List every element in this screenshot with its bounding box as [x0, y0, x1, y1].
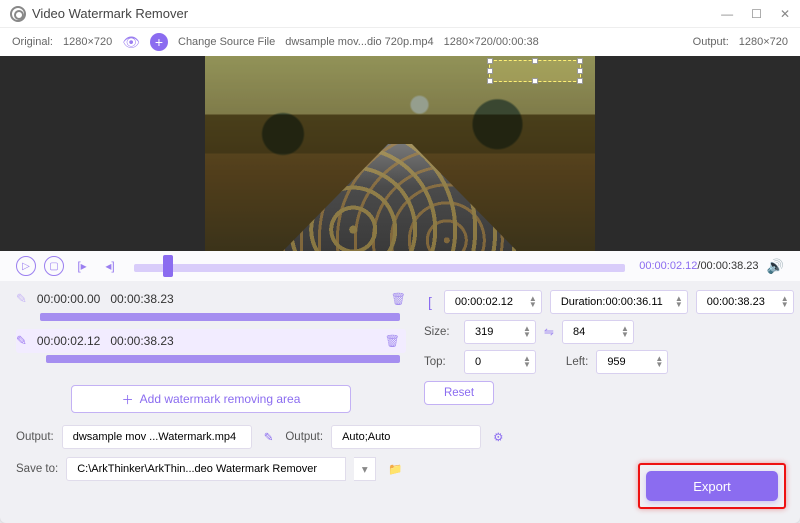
export-highlight: Export: [638, 463, 786, 509]
time-total: 00:00:38.23: [700, 260, 758, 272]
delete-segment-icon[interactable]: 🗑: [385, 334, 400, 348]
video-frame[interactable]: [205, 56, 595, 251]
left-label: Left:: [566, 356, 588, 368]
segments-list: ✎ 00:00:00.00 00:00:38.23 🗑 ✎ 00:00:02.1…: [16, 287, 406, 419]
title-bar: Video Watermark Remover — ☐ ✕: [0, 0, 800, 28]
output-res-label: Output:: [693, 36, 729, 48]
segment-start: 00:00:00.00: [37, 292, 100, 306]
delete-segment-icon[interactable]: 🗑: [391, 292, 406, 306]
segment-start: 00:00:02.12: [37, 334, 100, 348]
output-filename-field[interactable]: [62, 425, 252, 449]
original-label: Original:: [12, 36, 53, 48]
segment-icon: ✎: [16, 333, 27, 349]
add-watermark-area-button[interactable]: ＋ Add watermark removing area: [71, 385, 351, 413]
segment-bar[interactable]: [46, 355, 400, 363]
parameters-panel: [ ▲▼ ▲▼ ▲▼ ] Size: ▲▼ ⇋ ▲▼ Top: ▲▼ Left:…: [424, 287, 784, 419]
open-folder-icon[interactable]: 📁: [384, 462, 406, 476]
timeline-slider[interactable]: [134, 258, 625, 274]
stop-button[interactable]: ▢: [44, 256, 64, 276]
plus-icon: ＋: [122, 391, 134, 408]
output-filename-label: Output:: [16, 431, 54, 443]
time-display: 00:00:02.12/00:00:38.23: [639, 260, 758, 272]
segment-row[interactable]: ✎ 00:00:00.00 00:00:38.23 🗑: [16, 287, 406, 311]
preview-toggle-icon[interactable]: 👁: [122, 34, 140, 51]
segment-row[interactable]: ✎ 00:00:02.12 00:00:38.23 🗑: [16, 329, 406, 353]
width-field[interactable]: ▲▼: [464, 320, 536, 344]
player-controls: ▷ ▢ [▸ ◂] 00:00:02.12/00:00:38.23 🔊: [0, 251, 800, 281]
minimize-button[interactable]: —: [721, 7, 733, 21]
change-source-label[interactable]: Change Source File: [178, 36, 275, 48]
output-settings-icon[interactable]: ⚙: [489, 430, 507, 444]
segment-end: 00:00:38.23: [110, 334, 173, 348]
video-preview[interactable]: [0, 56, 800, 251]
original-resolution: 1280×720: [63, 36, 112, 48]
range-start-bracket-icon[interactable]: [: [424, 294, 436, 310]
size-label: Size:: [424, 326, 456, 338]
source-meta: 1280×720/00:00:38: [444, 36, 539, 48]
export-button[interactable]: Export: [646, 471, 778, 501]
output-format-label: Output:: [285, 431, 323, 443]
range-start-field[interactable]: ▲▼: [444, 290, 542, 314]
maximize-button[interactable]: ☐: [751, 7, 762, 21]
height-field[interactable]: ▲▼: [562, 320, 634, 344]
output-format-field[interactable]: [331, 425, 481, 449]
app-logo-icon: [10, 6, 26, 22]
add-area-label: Add watermark removing area: [140, 392, 301, 406]
output-resolution: 1280×720: [739, 36, 788, 48]
save-path-dropdown[interactable]: ▾: [354, 457, 376, 481]
time-current: 00:00:02.12: [639, 260, 697, 272]
source-filename: dwsample mov...dio 720p.mp4: [285, 36, 433, 48]
reset-button[interactable]: Reset: [424, 381, 494, 405]
segment-icon: ✎: [16, 291, 27, 307]
segment-bar[interactable]: [40, 313, 400, 321]
info-bar: Original: 1280×720 👁 + Change Source Fil…: [0, 28, 800, 56]
add-source-button[interactable]: +: [150, 33, 168, 51]
segment-end: 00:00:38.23: [110, 292, 173, 306]
left-field[interactable]: ▲▼: [596, 350, 668, 374]
volume-icon[interactable]: 🔊: [767, 258, 784, 275]
top-label: Top:: [424, 356, 456, 368]
range-end-field[interactable]: ▲▼: [696, 290, 794, 314]
set-start-button[interactable]: [▸: [72, 256, 92, 276]
range-duration-field[interactable]: ▲▼: [550, 290, 688, 314]
edit-filename-icon[interactable]: ✎: [260, 430, 278, 444]
app-title: Video Watermark Remover: [32, 6, 721, 21]
play-button[interactable]: ▷: [16, 256, 36, 276]
save-to-label: Save to:: [16, 463, 58, 475]
top-field[interactable]: ▲▼: [464, 350, 536, 374]
set-end-button[interactable]: ◂]: [100, 256, 120, 276]
save-path-field[interactable]: [66, 457, 346, 481]
close-button[interactable]: ✕: [780, 7, 790, 21]
aspect-lock-icon[interactable]: ⇋: [544, 325, 554, 339]
watermark-selection-box[interactable]: [489, 60, 581, 82]
